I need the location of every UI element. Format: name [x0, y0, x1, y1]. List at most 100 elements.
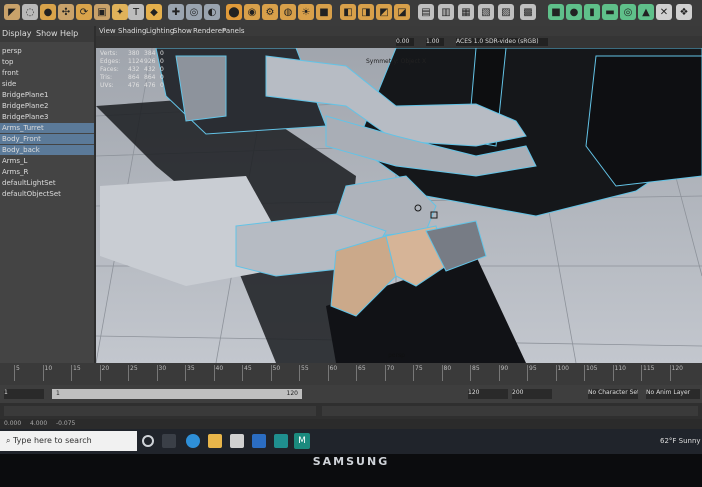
outliner-panel: Display Show Help persp top front side Bridg… [0, 26, 96, 363]
poly-sphere-icon[interactable]: ● [566, 4, 582, 20]
range-slider[interactable]: 1 120 [52, 389, 302, 399]
hypershade-icon[interactable]: ◍ [280, 4, 296, 20]
poly-cube-icon[interactable]: ■ [548, 4, 564, 20]
cluster-icon[interactable]: ◎ [186, 4, 202, 20]
viewport-menu-panels[interactable]: Panels [222, 27, 245, 35]
combine-icon[interactable]: ✕ [656, 4, 672, 20]
lasso-tool-icon[interactable]: ◌ [22, 4, 38, 20]
outliner-item[interactable]: Arms_R [0, 167, 94, 177]
viewport-menu-show[interactable]: Show [173, 27, 192, 35]
star-tool-icon[interactable]: ✦ [112, 4, 128, 20]
shelf-toolbar: ◤ ◌ ● ✣ ⟳ ▣ ✦ T ◆ ✚ ◎ ◐ ⬤ ◉ ⚙ ◍ ☀ ■ ◧ ◨ … [0, 0, 702, 27]
shelf-extra-icon-5[interactable]: ▤ [418, 4, 434, 20]
shelf-extra-icon-1[interactable]: ◧ [340, 4, 356, 20]
time-tick-label: 75 [413, 365, 423, 381]
range-start-field[interactable]: 1 [4, 389, 44, 399]
outliner-menu-display[interactable]: Display [2, 29, 32, 38]
hud-value: 0 [160, 58, 164, 65]
camera-label: persp [388, 352, 405, 359]
outliner-menu-show[interactable]: Show [36, 29, 58, 38]
light-icon[interactable]: ☀ [298, 4, 314, 20]
select-tool-icon[interactable]: ◤ [4, 4, 20, 20]
outliner-menu: Display Show Help [0, 26, 94, 42]
text-tool-icon[interactable]: T [128, 4, 144, 20]
outliner-item[interactable]: Body_back [0, 145, 94, 155]
nonlinear-icon[interactable]: ◐ [204, 4, 220, 20]
mel-input[interactable] [4, 406, 316, 416]
outliner-item[interactable]: BridgePlane1 [0, 90, 94, 100]
poly-plane-icon[interactable]: ▬ [602, 4, 618, 20]
outliner-item[interactable]: BridgePlane2 [0, 101, 94, 111]
character-set-select[interactable]: No Character Set [588, 389, 638, 399]
outliner-item[interactable]: defaultObjectSet [0, 189, 94, 199]
task-view-icon[interactable] [162, 434, 176, 448]
anim-layer-select[interactable]: No Anim Layer [646, 389, 700, 399]
outliner-menu-help[interactable]: Help [60, 29, 78, 38]
shelf-extra-icon-6[interactable]: ▥ [438, 4, 454, 20]
render-settings-icon[interactable]: ⚙ [262, 4, 278, 20]
rotate-tool-icon[interactable]: ⟳ [76, 4, 92, 20]
viewport-menu-lighting[interactable]: Lighting [146, 27, 174, 35]
taskbar-search[interactable]: ⌕ Type here to search [0, 431, 137, 451]
exposure-field[interactable]: 0.00 [396, 38, 414, 46]
shelf-extra-icon-8[interactable]: ▧ [478, 4, 494, 20]
cortana-icon[interactable] [142, 435, 154, 447]
shelf-extra-icon-10[interactable]: ▩ [520, 4, 536, 20]
scale-tool-icon[interactable]: ▣ [94, 4, 110, 20]
status-value-1: 0.000 [4, 420, 22, 427]
file-explorer-icon[interactable] [208, 434, 222, 448]
monitor-screen: ◤ ◌ ● ✣ ⟳ ▣ ✦ T ◆ ✚ ◎ ◐ ⬤ ◉ ⚙ ◍ ☀ ■ ◧ ◨ … [0, 0, 702, 454]
time-tick-label: 60 [327, 365, 337, 381]
mesh-right-block [585, 55, 702, 187]
maya-app-icon[interactable]: M [294, 433, 310, 449]
viewport-scene[interactable] [96, 26, 702, 363]
outliner-item[interactable]: defaultLightSet [0, 178, 94, 188]
viewport-panel[interactable]: View Shading Lighting Show Renderer Pane… [96, 26, 702, 363]
shelf-extra-icon-9[interactable]: ▨ [498, 4, 514, 20]
hud-value: 864 [144, 74, 156, 81]
time-tick-label: 65 [356, 365, 366, 381]
shelf-extra-icon-7[interactable]: ▦ [458, 4, 474, 20]
outliner-item[interactable]: top [0, 57, 94, 67]
outliner-item[interactable]: Arms_L [0, 156, 94, 166]
store-icon[interactable] [230, 434, 244, 448]
time-tick-label: 55 [299, 365, 309, 381]
range-max-field[interactable]: 200 [512, 389, 552, 399]
mail-icon[interactable] [252, 434, 266, 448]
color-space-select[interactable]: ACES 1.0 SDR-video (sRGB) [456, 38, 548, 46]
time-tick-label: 100 [555, 365, 569, 381]
shelf-extra-icon-2[interactable]: ◨ [358, 4, 374, 20]
time-tick-label: 20 [99, 365, 109, 381]
camera-icon[interactable]: ■ [316, 4, 332, 20]
status-value-2: 4.000 [30, 420, 48, 427]
hud-value: 0 [160, 50, 164, 57]
shelf-extra-icon-3[interactable]: ◩ [376, 4, 392, 20]
edge-icon[interactable] [186, 434, 200, 448]
viewport-menu-renderer[interactable]: Renderer [193, 27, 225, 35]
time-slider[interactable]: 5 10 15 20 25 30 35 40 45 50 55 60 65 70 75 80 85 90 95 100… [0, 363, 702, 385]
outliner-item[interactable]: front [0, 68, 94, 78]
lattice-icon[interactable]: ✚ [168, 4, 184, 20]
gamma-field[interactable]: 1.00 [426, 38, 444, 46]
shelf-extra-icon-4[interactable]: ◪ [394, 4, 410, 20]
ipr-render-icon[interactable]: ◉ [244, 4, 260, 20]
outliner-item[interactable]: side [0, 79, 94, 89]
poly-cone-icon[interactable]: ▲ [638, 4, 654, 20]
paint-tool-icon[interactable]: ● [40, 4, 56, 20]
poly-cylinder-icon[interactable]: ▮ [584, 4, 600, 20]
separate-icon[interactable]: ❖ [676, 4, 692, 20]
outliner-item[interactable]: Arms_Turret [0, 123, 94, 133]
viewport-menu-view[interactable]: View [99, 27, 116, 35]
outliner-item[interactable]: persp [0, 46, 94, 56]
outliner-item[interactable]: Body_Front [0, 134, 94, 144]
hud-label: Edges: [100, 58, 121, 65]
outliner-item[interactable]: BridgePlane3 [0, 112, 94, 122]
viewport-menu-shading[interactable]: Shading [118, 27, 146, 35]
render-icon[interactable]: ⬤ [226, 4, 242, 20]
weather-widget[interactable]: 62°F Sunny [660, 437, 701, 445]
svg-tool-icon[interactable]: ◆ [146, 4, 162, 20]
photos-icon[interactable] [274, 434, 288, 448]
range-end-field[interactable]: 120 [468, 389, 508, 399]
move-tool-icon[interactable]: ✣ [58, 4, 74, 20]
poly-torus-icon[interactable]: ◎ [620, 4, 636, 20]
